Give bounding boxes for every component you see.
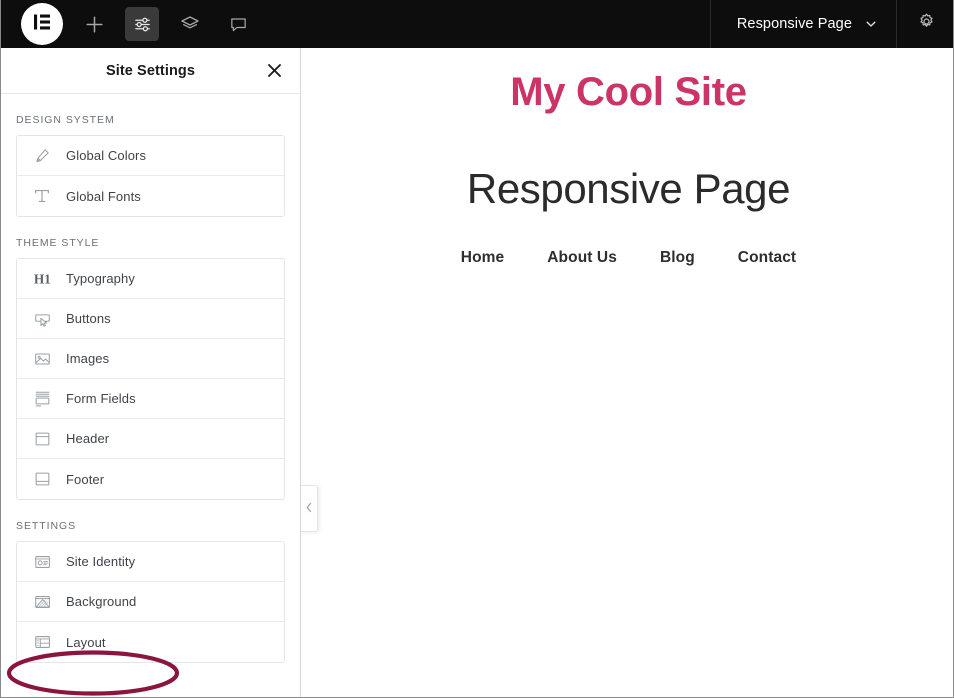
site-settings-panel: Site Settings Design System: [1, 48, 301, 698]
navigator-button[interactable]: [173, 7, 207, 41]
nav-link-blog[interactable]: Blog: [660, 249, 695, 267]
chevron-down-icon[interactable]: [864, 17, 878, 31]
page-title: Site Settings: [106, 63, 195, 79]
sidebar-item-header[interactable]: Header: [17, 419, 284, 459]
layers-icon: [180, 14, 200, 34]
button-cursor-icon: [32, 309, 66, 329]
topbar-right: Responsive Page: [710, 0, 954, 48]
sidebar-item-typography[interactable]: H1 Typography: [17, 259, 284, 299]
nav-link-about-us[interactable]: About Us: [547, 249, 617, 267]
sidebar-item-images[interactable]: Images: [17, 339, 284, 379]
comments-button[interactable]: [221, 7, 255, 41]
editor-topbar: Responsive Page: [1, 0, 954, 48]
topbar-tools: [1, 0, 255, 48]
sidebar-item-label: Footer: [66, 472, 104, 487]
sidebar-item-footer[interactable]: Footer: [17, 459, 284, 499]
sliders-icon: [133, 15, 152, 34]
sidebar-item-label: Site Identity: [66, 554, 135, 569]
sidebar-item-label: Global Fonts: [66, 189, 141, 204]
document-title-group[interactable]: Responsive Page: [711, 0, 878, 48]
image-icon: [32, 349, 66, 369]
sidebar-item-label: Global Colors: [66, 148, 146, 163]
elementor-logo-button[interactable]: [21, 3, 63, 45]
site-logo-title: My Cool Site: [302, 70, 954, 115]
sidebar-item-label: Typography: [66, 271, 135, 286]
add-element-button[interactable]: [77, 7, 111, 41]
elementor-logo-icon: [32, 12, 52, 37]
page-heading: Responsive Page: [302, 165, 954, 213]
form-fields-icon: [32, 389, 66, 409]
sidebar-item-label: Buttons: [66, 311, 111, 326]
section-card-theme-style: H1 Typography Buttons: [16, 258, 285, 500]
footer-icon: [32, 469, 66, 489]
section-card-design-system: Global Colors Global Fonts: [16, 135, 285, 217]
section-label-settings: Settings: [1, 500, 300, 541]
section-label-design-system: Design System: [1, 94, 300, 135]
plus-icon: [85, 15, 104, 34]
sidebar-item-global-colors[interactable]: Global Colors: [17, 136, 284, 176]
sidebar-item-label: Images: [66, 351, 109, 366]
sidebar-item-buttons[interactable]: Buttons: [17, 299, 284, 339]
panel-header: Site Settings: [1, 48, 300, 94]
h1-icon: H1: [32, 270, 66, 288]
site-nav-menu: Home About Us Blog Contact: [302, 249, 954, 267]
nav-link-home[interactable]: Home: [461, 249, 504, 267]
sidebar-item-label: Header: [66, 431, 109, 446]
page-settings-button[interactable]: [897, 0, 954, 48]
comment-icon: [229, 15, 248, 34]
gear-icon: [917, 12, 936, 36]
sidebar-item-label: Form Fields: [66, 391, 136, 406]
brush-icon: [32, 146, 66, 166]
nav-link-contact[interactable]: Contact: [738, 249, 796, 267]
svg-text:H1: H1: [34, 271, 51, 286]
site-identity-icon: [32, 552, 66, 572]
page-preview-canvas: My Cool Site Responsive Page Home About …: [302, 48, 954, 698]
layout-icon: [32, 632, 66, 652]
sidebar-item-form-fields[interactable]: Form Fields: [17, 379, 284, 419]
section-label-theme-style: Theme Style: [1, 217, 300, 258]
header-icon: [32, 429, 66, 449]
section-card-settings: Site Identity Background: [16, 541, 285, 663]
panel-collapse-handle[interactable]: [301, 485, 318, 532]
close-icon[interactable]: [258, 55, 290, 87]
background-icon: [32, 592, 66, 612]
elementor-editor: Responsive Page Site Setti: [0, 0, 954, 698]
typography-t-icon: [32, 186, 66, 206]
chevron-left-icon: [305, 500, 313, 518]
site-settings-button[interactable]: [125, 7, 159, 41]
sidebar-item-global-fonts[interactable]: Global Fonts: [17, 176, 284, 216]
panel-body: Design System Global Colors: [1, 94, 300, 663]
sidebar-item-layout[interactable]: Layout: [17, 622, 284, 662]
sidebar-item-label: Background: [66, 594, 136, 609]
sidebar-item-label: Layout: [66, 635, 106, 650]
document-title: Responsive Page: [711, 16, 852, 32]
sidebar-item-background[interactable]: Background: [17, 582, 284, 622]
sidebar-item-site-identity[interactable]: Site Identity: [17, 542, 284, 582]
